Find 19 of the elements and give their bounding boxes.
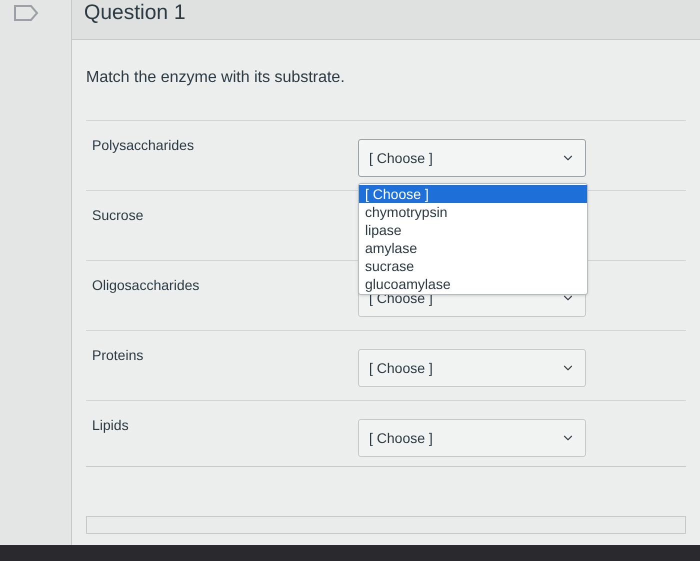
dropdown-option[interactable]: lipase (359, 221, 587, 239)
row-label: Polysaccharides (91, 136, 195, 155)
dropdown-option[interactable]: chymotrypsin (359, 203, 587, 221)
select-value: [ Choose ] (369, 358, 433, 378)
row-label: Sucrose (91, 206, 144, 225)
select-value: [ Choose ] (369, 148, 433, 168)
choose-select[interactable]: [ Choose ] (358, 349, 586, 387)
row-label: Lipids (91, 416, 130, 435)
dropdown-option[interactable]: [ Choose ] (359, 185, 587, 203)
dropdown-option[interactable]: sucrase (359, 257, 587, 275)
choose-select[interactable]: [ Choose ] (358, 419, 586, 457)
select-value: [ Choose ] (369, 428, 433, 448)
row-label: Oligosaccharides (91, 276, 200, 295)
question-title: Question 1 (84, 0, 186, 26)
question-prompt: Match the enzyme with its substrate. (86, 68, 346, 88)
row-label: Proteins (91, 346, 144, 365)
dropdown-option[interactable]: amylase (359, 239, 587, 257)
choose-select[interactable]: [ Choose ] (358, 139, 586, 177)
flag-icon[interactable] (12, 4, 38, 22)
